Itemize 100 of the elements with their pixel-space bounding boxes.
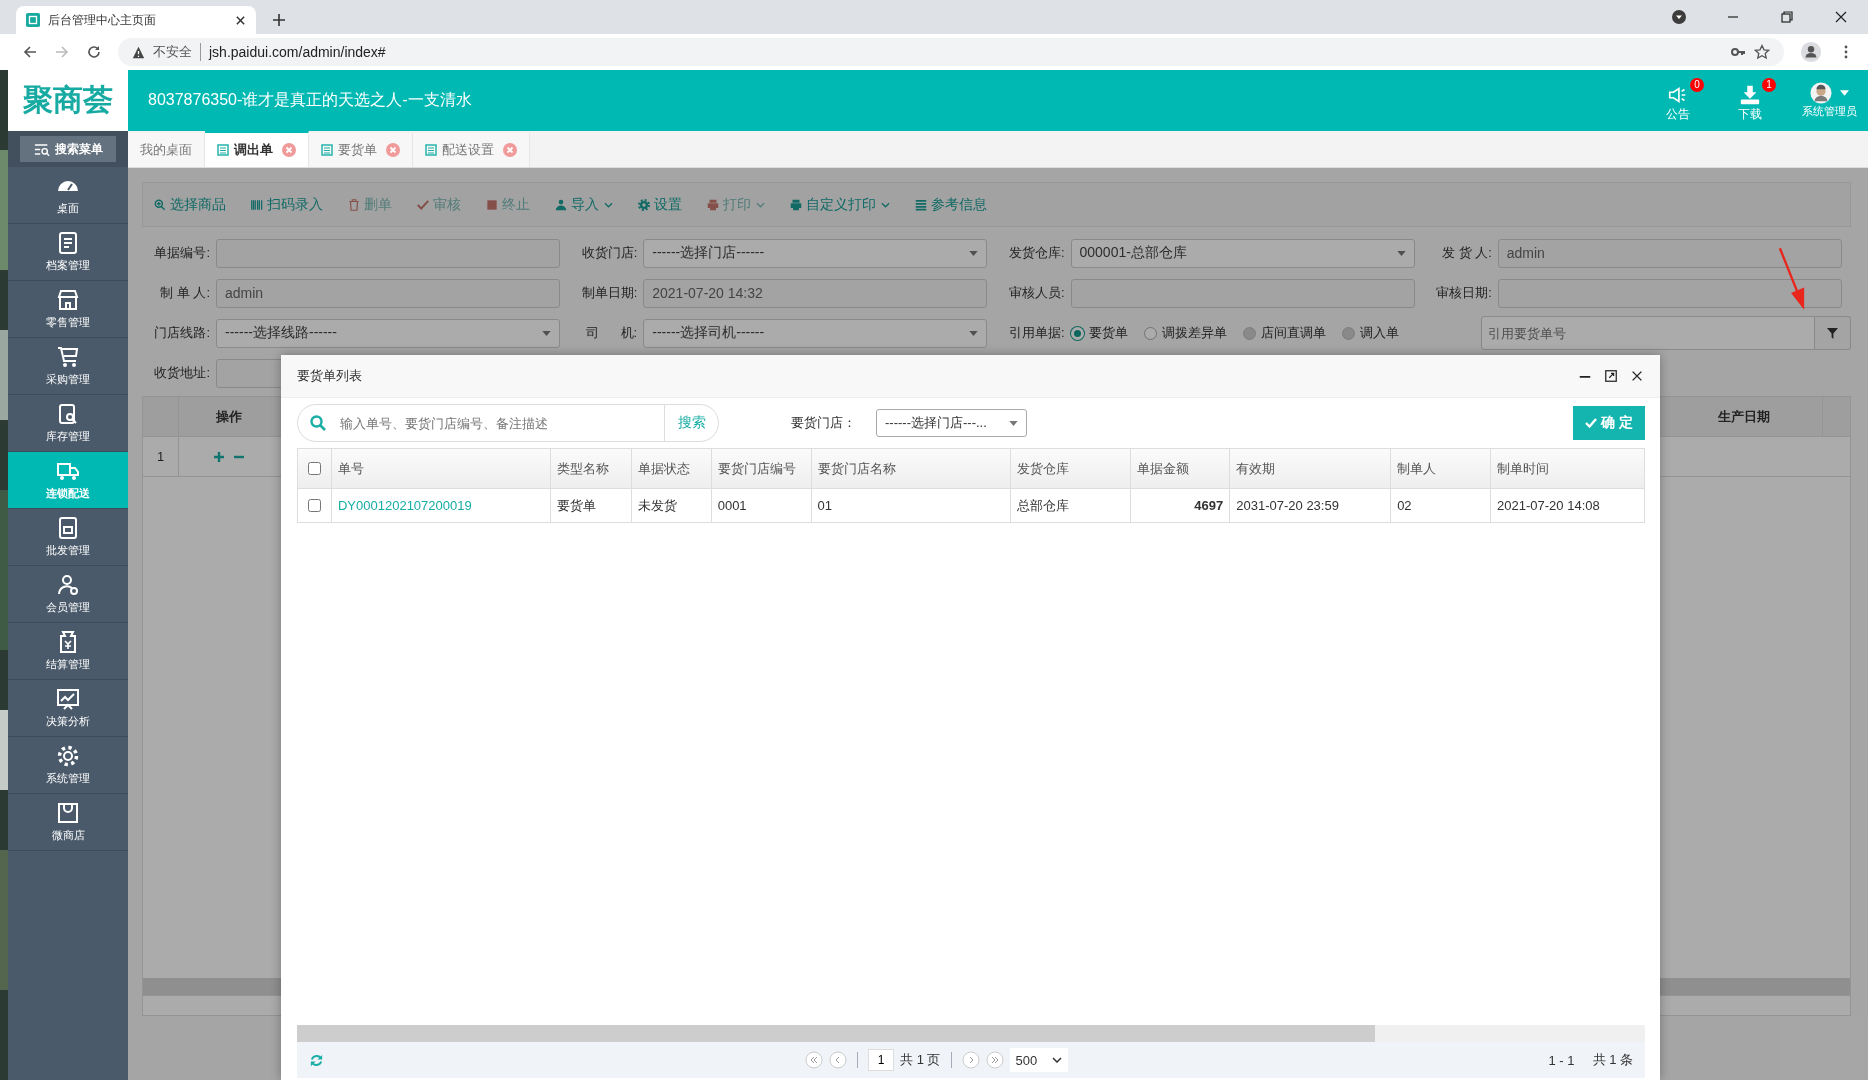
gear-icon: [56, 744, 80, 768]
favicon-icon: [26, 13, 40, 27]
printer-icon: [789, 197, 803, 212]
table-cell: 02: [1391, 489, 1492, 522]
input-field[interactable]: admin: [1497, 238, 1842, 268]
field-label: 制 单 人:: [159, 284, 210, 302]
page-size-select[interactable]: 500: [1009, 1048, 1068, 1072]
restore-icon[interactable]: [1779, 9, 1795, 25]
browser-tab[interactable]: 后台管理中心主页面: [16, 6, 256, 34]
document-icon: [56, 516, 80, 540]
page-tab[interactable]: 调出单: [205, 131, 309, 167]
field-label: 发 货 人:: [1440, 244, 1492, 262]
new-tab-icon[interactable]: [272, 13, 286, 27]
chart-icon: [56, 687, 80, 711]
select-field[interactable]: ------选择线路------: [216, 318, 560, 348]
user-icon: [554, 197, 568, 212]
column-header: 制单时间: [1491, 449, 1645, 488]
reload-icon[interactable]: [86, 44, 102, 60]
maximize-icon[interactable]: [1604, 369, 1618, 383]
radio-option[interactable]: 调拨差异单: [1143, 324, 1227, 342]
caret-icon: [1009, 420, 1018, 426]
stop-icon: [485, 197, 499, 212]
back-icon[interactable]: [22, 44, 38, 60]
close-icon[interactable]: [1833, 9, 1849, 25]
field-label: 发货仓库:: [1007, 244, 1065, 262]
search-menu-button[interactable]: 搜索菜单: [20, 136, 116, 162]
printer-icon: [706, 197, 720, 212]
header-action[interactable]: 1 下载: [1724, 78, 1776, 123]
user-name: 系统管理员: [1801, 104, 1857, 119]
caret-icon: [1051, 1057, 1062, 1063]
select-all-checkbox[interactable]: [308, 462, 321, 475]
document-icon: [321, 144, 333, 156]
list-icon: [914, 197, 928, 212]
caret-icon: [969, 250, 979, 256]
last-page-icon[interactable]: [985, 1051, 1004, 1069]
logo: 聚商荟: [8, 70, 128, 131]
field-label: 引用单据:: [1007, 324, 1065, 342]
address-bar[interactable]: 不安全 jsh.paidui.com/admin/index#: [118, 38, 1784, 66]
column-header: 要货门店编号: [711, 449, 812, 488]
avatar-icon: [1809, 82, 1832, 104]
input-field[interactable]: 2021-07-20 14:32: [643, 278, 988, 308]
table-cell: 未发货: [631, 489, 712, 522]
close-icon[interactable]: [235, 14, 246, 26]
select-field[interactable]: 000001-总部仓库: [1070, 238, 1415, 268]
close-icon[interactable]: [1630, 369, 1644, 383]
refresh-icon[interactable]: [309, 1052, 324, 1068]
document-icon: [56, 231, 80, 255]
header-action[interactable]: 0 公告: [1652, 78, 1704, 123]
page-number-field[interactable]: 1: [868, 1049, 895, 1071]
input-field[interactable]: [1497, 278, 1842, 308]
check-icon: [1585, 418, 1598, 428]
first-page-icon[interactable]: [805, 1051, 824, 1069]
warning-icon: [132, 45, 145, 59]
input-field[interactable]: admin: [216, 278, 560, 308]
table-cell: 2031-07-20 23:59: [1230, 489, 1392, 522]
search-icon: [153, 197, 167, 212]
profile-icon[interactable]: [1800, 41, 1822, 63]
page-tab[interactable]: 我的桌面: [128, 133, 205, 167]
field-label: 门店线路:: [153, 324, 210, 342]
caret-icon: [1839, 90, 1849, 96]
caret-icon: [1396, 250, 1406, 256]
dialog-title: 要货单列表: [297, 367, 362, 385]
caret-icon: [969, 330, 979, 336]
app-title: 8037876350-谁才是真正的天选之人-一支清水: [148, 90, 472, 110]
field-label: 审核人员:: [1007, 284, 1065, 302]
table-cell: 0001: [711, 489, 812, 522]
field-label: 要货门店：: [791, 414, 856, 432]
field-label: 收货地址:: [153, 364, 210, 382]
column-header: 制单人: [1391, 449, 1492, 488]
record-count: 共 1 条: [1592, 1051, 1633, 1069]
scrollbar[interactable]: [297, 1025, 1645, 1042]
input-field[interactable]: [1070, 278, 1415, 308]
caret-icon: [604, 201, 613, 208]
dropdown-icon[interactable]: [1671, 9, 1687, 25]
plus-icon[interactable]: [214, 451, 224, 462]
caret-icon: [542, 330, 551, 336]
row-checkbox[interactable]: [308, 499, 321, 512]
field-label: 单据编号:: [153, 244, 210, 262]
select-field[interactable]: ------选择司机------: [643, 318, 988, 348]
field-label: 审核日期:: [1435, 284, 1492, 302]
field-label: 收货门店:: [580, 244, 638, 262]
trash-icon: [347, 197, 361, 212]
page-tab[interactable]: 要货单: [309, 133, 413, 167]
reference-field[interactable]: 引用要货单号: [1481, 316, 1815, 350]
bag-icon: [56, 801, 80, 825]
filter-button[interactable]: [1815, 316, 1851, 350]
select-field[interactable]: ------选择门店------: [643, 238, 988, 268]
radio-option[interactable]: 要货单: [1070, 324, 1128, 342]
page-tab[interactable]: 配送设置: [413, 133, 530, 167]
input-field[interactable]: [216, 238, 560, 268]
table-cell: 总部仓库: [1011, 489, 1132, 522]
star-icon[interactable]: [1754, 44, 1770, 60]
row-number: 1: [143, 437, 179, 476]
select-field[interactable]: ------选择门店---...: [876, 409, 1027, 437]
column-header: 发货仓库: [1011, 449, 1132, 488]
field-label: 司 机:: [584, 324, 638, 342]
column-header: 单号: [331, 449, 551, 488]
tab-title: 后台管理中心主页面: [48, 11, 157, 29]
user-icon: [56, 573, 80, 597]
security-label: 不安全: [153, 43, 201, 61]
